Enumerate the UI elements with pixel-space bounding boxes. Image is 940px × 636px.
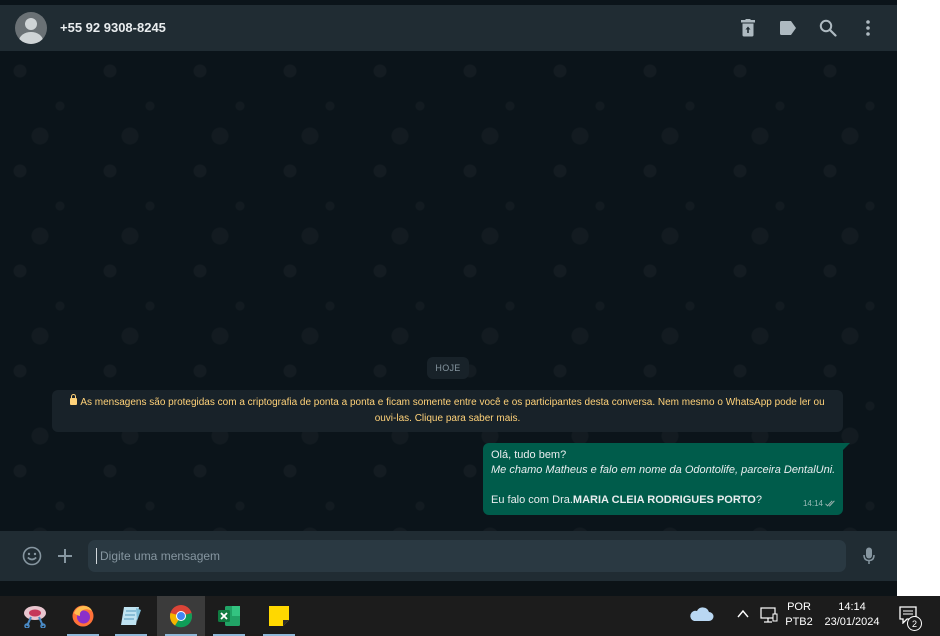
message-line-greeting: Olá, tudo bem?	[491, 449, 567, 461]
desktop-background-strip	[897, 0, 940, 596]
outgoing-message[interactable]: Olá, tudo bem? Me chamo Matheus e falo e…	[483, 443, 850, 515]
message-line-question: Eu falo com Dra.MARIA CLEIA RODRIGUES PO…	[491, 493, 835, 508]
network-icon[interactable]	[760, 606, 778, 629]
notification-count-badge: 2	[907, 616, 922, 631]
message-input[interactable]	[88, 540, 846, 572]
contact-name[interactable]: +55 92 9308-8245	[60, 20, 166, 35]
lock-icon	[70, 394, 78, 405]
label-icon[interactable]	[777, 17, 799, 39]
snipping-tool-icon[interactable]	[11, 596, 59, 636]
search-icon[interactable]	[817, 17, 839, 39]
message-question-name: MARIA CLEIA RODRIGUES PORTO	[572, 494, 756, 506]
clock-time: 14:14	[838, 601, 866, 613]
clock[interactable]: 14:14 23/01/2024	[818, 600, 886, 630]
text-caret	[96, 548, 97, 564]
onedrive-icon[interactable]	[688, 606, 714, 627]
chat-header: +55 92 9308-8245	[0, 5, 897, 51]
date-chip: HOJE	[427, 357, 469, 379]
avatar[interactable]	[15, 12, 47, 44]
input-language[interactable]: POR PTB2	[782, 600, 816, 630]
microphone-icon[interactable]	[857, 544, 881, 568]
language-code: POR	[787, 601, 811, 613]
clock-date: 23/01/2024	[824, 616, 880, 628]
chat-window: +55 92 9308-8245 HOJE As mensagens são p…	[0, 0, 897, 581]
taskbar: POR PTB2 14:14 23/01/2024	[0, 596, 940, 636]
compose-bar	[0, 531, 897, 581]
emoji-icon[interactable]	[20, 544, 44, 568]
message-time: 14:14	[802, 499, 823, 508]
message-meta: 14:14	[803, 496, 837, 511]
double-check-icon	[825, 500, 835, 507]
menu-icon[interactable]	[857, 17, 879, 39]
chrome-icon[interactable]	[157, 596, 205, 636]
screen: +55 92 9308-8245 HOJE As mensagens são p…	[0, 0, 940, 636]
message-question-suffix: ?	[755, 494, 762, 506]
notepad-icon[interactable]	[107, 596, 155, 636]
keyboard-layout: PTB2	[785, 616, 813, 628]
excel-icon[interactable]	[205, 596, 253, 636]
chevron-up-icon[interactable]	[736, 607, 750, 626]
encryption-notice[interactable]: As mensagens são protegidas com a cripto…	[52, 390, 843, 432]
attach-plus-icon[interactable]	[53, 544, 77, 568]
firefox-icon[interactable]	[59, 596, 107, 636]
archive-icon[interactable]	[737, 17, 759, 39]
encryption-notice-text: As mensagens são protegidas com a cripto…	[80, 397, 825, 424]
message-question-prefix: Eu falo com Dra.	[491, 494, 573, 506]
message-line-intro: Me chamo Matheus e falo em nome da Odont…	[491, 464, 836, 476]
sticky-notes-icon[interactable]	[255, 596, 303, 636]
message-line-blank	[491, 478, 835, 493]
